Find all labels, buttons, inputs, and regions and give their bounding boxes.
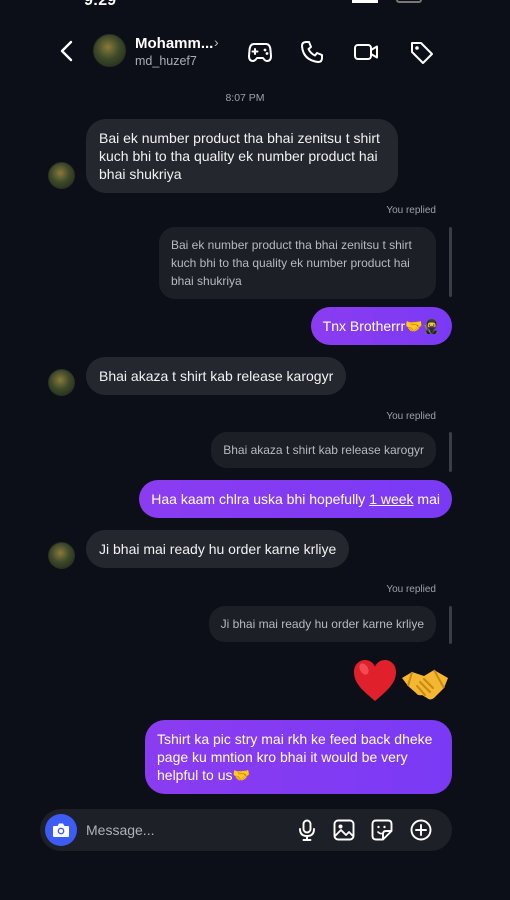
outgoing-message[interactable]: Haa kaam chlra uska bhi hopefully 1 week… [139, 480, 452, 518]
message-composer [40, 809, 452, 851]
quoted-message[interactable]: Bai ek number product tha bhai zenitsu t… [159, 227, 436, 299]
back-button[interactable] [54, 38, 80, 64]
status-indicators [352, 0, 422, 5]
video-call-button[interactable] [352, 38, 380, 66]
replied-label: You replied [386, 584, 436, 595]
contact-handle: md_huzef7 [135, 54, 197, 68]
camera-button[interactable] [45, 814, 77, 846]
battery-icon [396, 0, 422, 3]
message-text: mai [413, 491, 440, 507]
status-bar: 9:29 [0, 0, 510, 14]
quoted-message[interactable]: Bhai akaza t shirt kab release karogyr [211, 432, 436, 468]
message-link[interactable]: 1 week [369, 491, 413, 507]
signal-icon [352, 0, 378, 3]
chat-header: Mohamm... › md_huzef7 [0, 20, 510, 84]
add-icon[interactable] [409, 818, 433, 842]
camera-icon [53, 823, 69, 837]
sticker-icon[interactable] [370, 818, 394, 842]
outgoing-message[interactable]: Tnx Brotherrr🤝🥷 [310, 307, 452, 345]
time-separator: 8:07 PM [225, 92, 265, 104]
sender-avatar[interactable] [48, 162, 75, 189]
message-input[interactable] [86, 820, 276, 840]
contact-name[interactable]: Mohamm... [135, 35, 213, 52]
handshake-emoji-icon[interactable] [400, 664, 450, 704]
game-button[interactable] [246, 38, 274, 66]
red-heart-emoji-icon[interactable] [352, 657, 398, 705]
sender-avatar[interactable] [48, 542, 75, 569]
outgoing-message[interactable]: Tshirt ka pic stry mai rkh ke feed back … [145, 720, 452, 794]
chevron-right-icon: › [214, 34, 219, 50]
quote-indicator [449, 227, 452, 297]
video-icon [354, 44, 378, 60]
quote-indicator [449, 606, 452, 644]
incoming-message[interactable]: Bhai akaza t shirt kab release karogyr [86, 357, 347, 395]
gallery-icon[interactable] [332, 818, 356, 842]
message-text: Haa kaam chlra uska bhi hopefully [151, 491, 370, 507]
gamepad-icon [248, 43, 272, 62]
replied-label: You replied [386, 205, 436, 216]
incoming-message[interactable]: Bai ek number product tha bhai zenitsu t… [86, 119, 398, 193]
status-time: 9:29 [84, 0, 117, 9]
incoming-message[interactable]: Ji bhai mai ready hu order karne krliye [86, 530, 350, 568]
call-button[interactable] [298, 38, 326, 66]
sender-avatar[interactable] [48, 369, 75, 396]
microphone-icon[interactable] [295, 818, 319, 842]
quoted-message[interactable]: Ji bhai mai ready hu order karne krliye [208, 606, 436, 642]
tag-icon [411, 42, 433, 64]
back-chevron-icon [60, 40, 73, 62]
replied-label: You replied [386, 411, 436, 422]
phone-icon [301, 41, 323, 63]
profile-avatar[interactable] [93, 34, 126, 67]
quote-indicator [449, 432, 452, 472]
label-button[interactable] [408, 38, 436, 66]
